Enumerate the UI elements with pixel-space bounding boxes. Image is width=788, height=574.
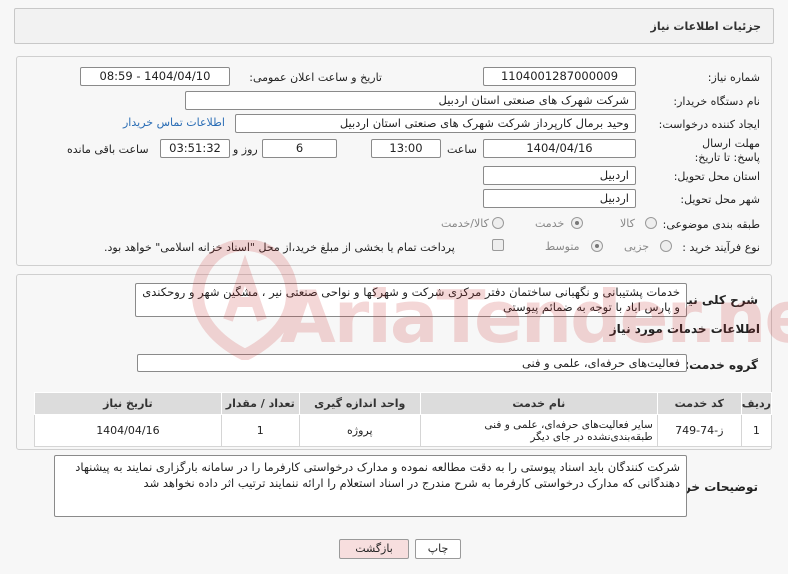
province-field: اردبیل [483,166,636,185]
services-table: ردیف کد خدمت نام خدمت واحد اندازه گیری ت… [34,392,773,447]
city-label: شهر محل تحویل: [680,193,760,206]
cell-service-name: سایر فعالیت‌های حرفه‌ای، علمی و فنی طبقه… [419,414,658,447]
announce-datetime-field: 1404/04/10 - 08:59 [80,67,230,86]
col-header-row-index: ردیف [740,392,773,415]
category-label: طبقه بندی موضوعی: [662,218,760,231]
treasury-checkbox[interactable] [492,239,504,251]
buyer-name-label: نام دستگاه خریدار: [673,95,760,108]
category-radio-goods[interactable] [645,217,657,229]
announce-datetime-label: تاریخ و ساعت اعلان عمومی: [249,71,382,84]
process-option-minor: جزیی [624,240,650,253]
deadline-time-field: 13:00 [371,139,441,158]
page-title: جزئیات اطلاعات نیاز [650,20,762,33]
need-info-section [16,56,772,266]
back-button[interactable]: بازگشت [339,539,409,559]
need-number-label: شماره نیاز: [707,71,760,84]
remaining-days-field: 6 [262,139,337,158]
category-option-goods: کالا [620,217,635,230]
category-radio-goods-service[interactable] [492,217,504,229]
col-header-quantity: تعداد / مقدار [220,392,300,415]
days-label: روز و [233,143,258,156]
request-creator-field: وحید برمال کارپرداز شرکت شهرک های صنعتی … [235,114,636,133]
category-option-goods-service: کالا/خدمت [441,217,489,230]
process-radio-minor[interactable] [660,240,672,252]
col-header-unit: واحد اندازه گیری [298,392,421,415]
province-label: استان محل تحویل: [673,170,760,183]
buyer-notes-field: شرکت کنندگان باید اسناد پیوستی را به دقت… [54,455,687,517]
description-field: خدمات پشتیبانی و نگهبانی ساختمان دفتر مر… [135,283,687,317]
services-heading: اطلاعات خدمات مورد نیاز [609,322,760,336]
col-header-need-date: تاریخ نیاز [34,392,222,415]
category-radio-service[interactable] [571,217,583,229]
remaining-label: ساعت باقی مانده [67,143,149,156]
header-panel: جزئیات اطلاعات نیاز [14,8,774,44]
table-row: 1 ز-74-749 سایر فعالیت‌های حرفه‌ای، علمی… [34,414,773,447]
service-group-label: گروه خدمت: [684,358,758,372]
city-field: اردبیل [483,189,636,208]
col-header-service-code: کد خدمت [656,392,742,415]
request-creator-label: ایجاد کننده درخواست: [658,118,760,131]
cell-quantity: 1 [220,414,300,447]
buyer-contact-link[interactable]: اطلاعات تماس خریدار [123,116,225,129]
deadline-date-field: 1404/04/16 [483,139,636,158]
buyer-name-field: شرکت شهرک های صنعتی استان اردبیل [185,91,636,110]
remaining-time-field: 03:51:32 [160,139,230,158]
cell-row-index: 1 [740,414,773,447]
process-option-medium: متوسط [545,240,580,253]
process-type-label: نوع فرآیند خرید : [682,241,760,254]
service-group-field: فعالیت‌های حرفه‌ای، علمی و فنی [137,354,687,372]
need-number-field: 1104001287000009 [483,67,636,86]
table-header-row: ردیف کد خدمت نام خدمت واحد اندازه گیری ت… [34,392,773,415]
cell-need-date: 1404/04/16 [34,414,222,447]
category-option-service: خدمت [535,217,565,230]
deadline-time-label: ساعت [447,143,477,156]
process-radio-medium[interactable] [591,240,603,252]
cell-service-code: ز-74-749 [656,414,742,447]
print-button[interactable]: چاپ [415,539,461,559]
deadline-label: مهلت ارسال پاسخ: تا تاریخ: [694,137,760,164]
treasury-payment-note: پرداخت تمام یا بخشی از مبلغ خرید،از محل … [104,241,455,254]
cell-unit: پروژه [298,414,421,447]
col-header-service-name: نام خدمت [419,392,658,415]
